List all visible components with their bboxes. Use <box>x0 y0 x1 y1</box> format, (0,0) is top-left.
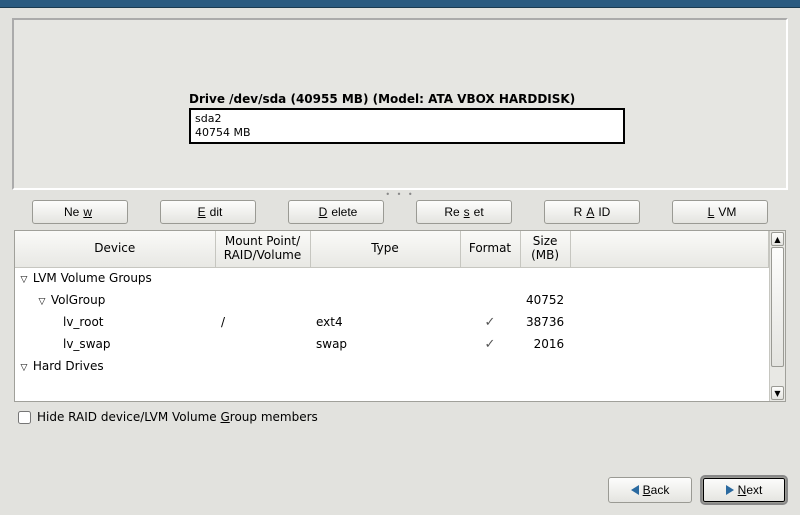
back-button[interactable]: Back <box>608 477 692 503</box>
drive-partition-box[interactable]: sda2 40754 MB <box>189 108 625 144</box>
delete-button[interactable]: Delete <box>288 200 384 224</box>
expander-icon[interactable]: ▽ <box>37 297 47 307</box>
scroll-down-icon[interactable]: ▼ <box>771 386 784 400</box>
check-icon: ✓ <box>485 337 496 352</box>
pane-gripper[interactable]: • • • <box>12 190 788 200</box>
row-lvm-groups[interactable]: ▽ LVM Volume Groups <box>15 267 769 289</box>
hide-raid-lvm-checkbox[interactable] <box>18 411 31 424</box>
col-format[interactable]: Format <box>460 231 520 267</box>
partition-name: sda2 <box>195 112 619 126</box>
vertical-scrollbar[interactable]: ▲ ▼ <box>769 231 785 401</box>
scroll-up-icon[interactable]: ▲ <box>771 232 784 246</box>
expander-icon[interactable]: ▽ <box>19 363 29 373</box>
wizard-nav: Back Next <box>608 477 786 503</box>
drive-title: Drive /dev/sda (40955 MB) (Model: ATA VB… <box>189 92 625 106</box>
raid-button[interactable]: RAID <box>544 200 640 224</box>
col-spacer <box>570 231 768 267</box>
expander-icon[interactable]: ▽ <box>19 275 29 285</box>
table-header-row: Device Mount Point/ RAID/Volume Type For… <box>15 231 769 267</box>
reset-button[interactable]: Reset <box>416 200 512 224</box>
next-button[interactable]: Next <box>702 477 786 503</box>
row-lv[interactable]: lv_root / ext4 ✓ 38736 <box>15 311 769 333</box>
partition-size: 40754 MB <box>195 126 619 140</box>
arrow-right-icon <box>726 485 734 495</box>
col-mount[interactable]: Mount Point/ RAID/Volume <box>215 231 310 267</box>
action-toolbar: New Edit Delete Reset RAID LVM <box>12 200 788 230</box>
col-size[interactable]: Size (MB) <box>520 231 570 267</box>
row-hard-drives[interactable]: ▽ Hard Drives <box>15 355 769 377</box>
row-volgroup[interactable]: ▽ VolGroup 40752 <box>15 289 769 311</box>
lvm-button[interactable]: LVM <box>672 200 768 224</box>
col-device[interactable]: Device <box>15 231 215 267</box>
arrow-left-icon <box>631 485 639 495</box>
row-lv[interactable]: lv_swap swap ✓ 2016 <box>15 333 769 355</box>
edit-button[interactable]: Edit <box>160 200 256 224</box>
check-icon: ✓ <box>485 315 496 330</box>
hide-raid-lvm-checkbox-row[interactable]: Hide RAID device/LVM Volume Group member… <box>12 402 788 424</box>
drive-diagram-panel: Drive /dev/sda (40955 MB) (Model: ATA VB… <box>12 18 788 190</box>
scroll-thumb[interactable] <box>771 247 784 367</box>
col-type[interactable]: Type <box>310 231 460 267</box>
partition-table: Device Mount Point/ RAID/Volume Type For… <box>14 230 786 402</box>
window-titlebar <box>0 0 800 8</box>
hide-raid-lvm-label: Hide RAID device/LVM Volume Group member… <box>37 410 318 424</box>
new-button[interactable]: New <box>32 200 128 224</box>
